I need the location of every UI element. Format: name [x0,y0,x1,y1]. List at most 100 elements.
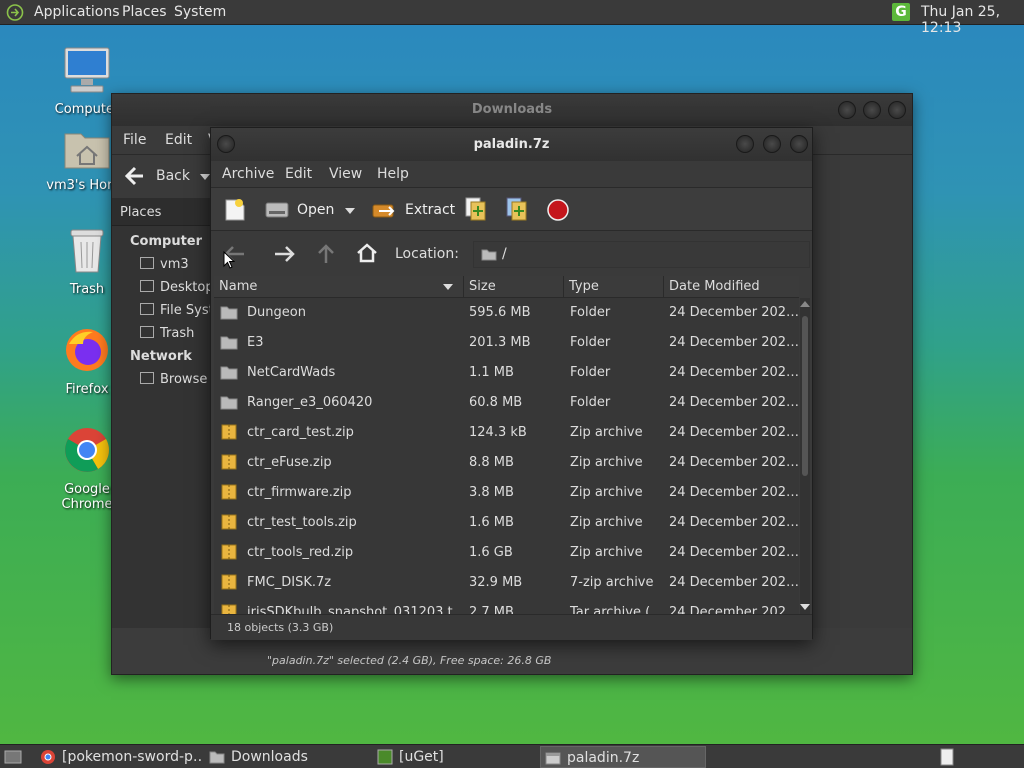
menu-places[interactable]: Places [122,4,167,20]
table-row[interactable]: E3 201.3 MB Folder 24 December 202… [214,328,799,358]
menu-applications[interactable]: Applications [34,4,120,20]
downloads-status: "paladin.7z" selected (2.4 GB), Free spa… [267,654,552,667]
table-row[interactable]: ctr_card_test.zip 124.3 kB Zip archive 24 D… [214,418,799,448]
file-date-modified: 24 December 202… [669,455,799,470]
file-name: ctr_eFuse.zip [247,455,332,470]
file-size: 32.9 MB [469,575,523,590]
column-label: Size [469,279,496,294]
table-row[interactable]: ctr_eFuse.zip 8.8 MB Zip archive 24 Decembe… [214,448,799,478]
taskbar-item-uget[interactable]: [uGet] [373,746,539,768]
file-name: ctr_firmware.zip [247,485,352,500]
sidebar-item-trash[interactable]: Trash [140,326,194,341]
table-row[interactable]: ctr_firmware.zip 3.8 MB Zip archive 24 Dece… [214,478,799,508]
taskbar-item-chrome[interactable]: [pokemon-sword-p… [36,746,202,768]
add-folder-icon[interactable] [505,196,529,222]
file-size: 2.7 MB [469,605,514,614]
folder-icon [220,396,238,410]
places-dropdown[interactable]: Places [112,198,212,226]
table-row[interactable]: ctr_tools_red.zip 1.6 GB Zip archive 24 Dec… [214,538,799,568]
desktop-icon [140,280,154,292]
maximize-button[interactable] [863,101,881,119]
menu-help[interactable]: Help [377,166,409,182]
file-size: 1.6 GB [469,545,513,560]
table-row[interactable]: ctr_test_tools.zip 1.6 MB Zip archive 24 De… [214,508,799,538]
column-header-size[interactable]: Size [464,276,564,298]
column-header-type[interactable]: Type [564,276,664,298]
file-date-modified: 24 December 202… [669,365,799,380]
table-row[interactable]: irisSDKbulb_snapshot_031203.t… 2.7 MB Tar … [214,598,799,614]
column-header-date-modified[interactable]: Date Modified [664,276,799,298]
workspace-switcher-icon[interactable] [940,748,954,766]
table-row[interactable]: Ranger_e3_060420 60.8 MB Folder 24 December… [214,388,799,418]
file-name: Ranger_e3_060420 [247,395,373,410]
file-date-modified: 24 December 202… [669,335,799,350]
archive-file-icon [221,454,237,470]
file-date-modified: 24 December 202… [669,425,799,440]
open-button[interactable]: Open [263,192,357,228]
table-row[interactable]: FMC_DISK.7z 32.9 MB 7-zip archive 24 Decemb… [214,568,799,598]
sidebar-item-label: File System [160,303,212,318]
window-menu-button[interactable] [217,135,235,153]
table-row[interactable]: Dungeon 595.6 MB Folder 24 December 202… [214,298,799,328]
file-size: 595.6 MB [469,305,531,320]
extract-button[interactable]: Extract [371,192,455,228]
home-icon[interactable] [356,243,378,263]
table-row[interactable]: NetCardWads 1.1 MB Folder 24 December 202… [214,358,799,388]
places-label: Places [120,205,162,220]
open-label: Open [297,202,335,218]
downloads-pane [812,198,912,628]
menu-edit[interactable]: Edit [165,132,192,148]
file-type: Zip archive [570,515,643,530]
up-arrow-icon[interactable] [317,244,335,264]
file-size: 60.8 MB [469,395,523,410]
minimize-button[interactable] [838,101,856,119]
distro-logo-icon[interactable] [6,4,24,21]
menu-view[interactable]: View [329,166,362,182]
sidebar-item-browse-network[interactable]: Browse Network [140,372,212,387]
location-label: Location: [395,246,459,262]
maximize-button[interactable] [763,135,781,153]
sidebar-item-desktop[interactable]: Desktop [140,280,214,295]
taskbar-label: [uGet] [399,749,444,765]
folder-icon [220,336,238,350]
back-button[interactable]: Back [122,165,222,189]
downloads-titlebar[interactable]: Downloads [112,94,912,126]
new-archive-icon[interactable] [224,198,246,222]
sidebar-header-network: Network [130,349,192,364]
file-name: ctr_tools_red.zip [247,545,354,560]
archive-manager-window[interactable]: paladin.7z Archive Edit View Help Open E… [210,127,813,640]
vertical-scrollbar[interactable] [800,298,810,614]
close-button[interactable] [888,101,906,119]
minimize-button[interactable] [736,135,754,153]
forward-arrow-icon[interactable] [274,245,296,263]
location-field[interactable]: / [473,241,810,268]
add-files-icon[interactable] [464,196,488,222]
menu-edit[interactable]: Edit [285,166,312,182]
taskbar-item-paladin[interactable]: paladin.7z [540,746,706,768]
window-title: paladin.7z [473,137,550,152]
file-type: Folder [570,305,611,320]
sidebar-item-vm3[interactable]: vm3 [140,257,189,272]
taskbar-item-downloads[interactable]: Downloads [205,746,371,768]
file-name: Dungeon [247,305,306,320]
archive-statusbar: 18 objects (3.3 GB) [211,614,812,640]
sidebar-item-filesystem[interactable]: File System [140,303,212,318]
taskbar-label: [pokemon-sword-p… [62,749,202,765]
archive-titlebar[interactable]: paladin.7z [211,128,812,161]
column-header-name[interactable]: Name [214,276,464,298]
menu-system[interactable]: System [174,4,226,20]
scrollbar-thumb[interactable] [802,316,808,476]
archive-menubar: Archive Edit View Help [211,161,812,187]
close-button[interactable] [790,135,808,153]
scroll-up-icon[interactable] [800,301,810,307]
show-desktop-icon[interactable] [4,750,22,764]
menu-file[interactable]: File [123,132,146,148]
scroll-down-icon[interactable] [800,604,810,610]
file-date-modified: 24 December 202… [669,395,799,410]
uget-tray-icon[interactable]: G [892,3,910,21]
archive-toolbar: Open Extract [211,187,812,231]
menu-archive[interactable]: Archive [222,166,274,182]
clock[interactable]: Thu Jan 25, 12:13 [921,4,1024,36]
stop-icon[interactable] [547,199,569,221]
chevron-down-icon[interactable] [345,208,355,214]
